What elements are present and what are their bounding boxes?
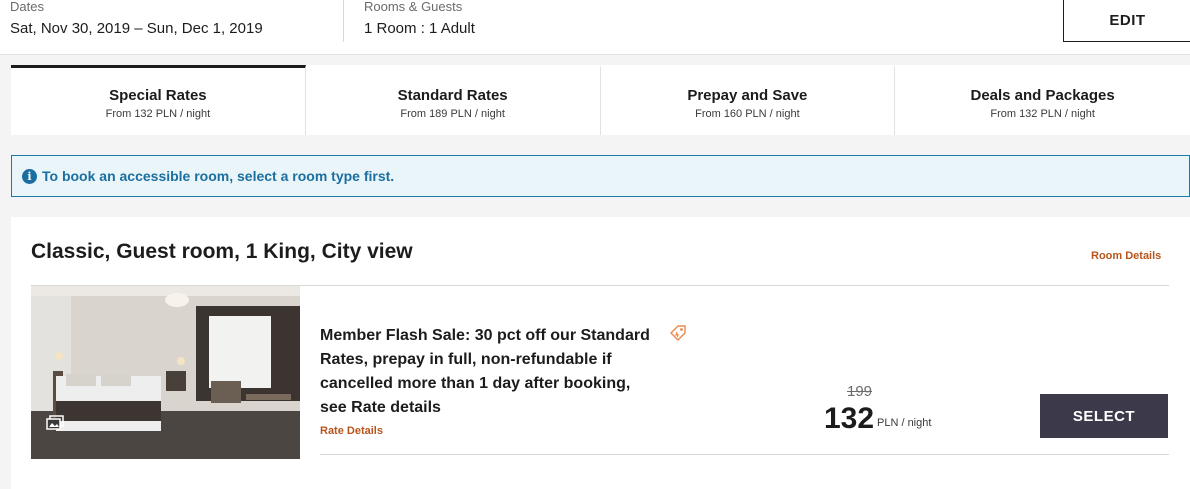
search-summary-bar: Dates Sat, Nov 30, 2019 – Sun, Dec 1, 20… (0, 0, 1190, 55)
dates-label: Dates (10, 0, 44, 14)
tab-deals-and-packages[interactable]: Deals and Packages From 132 PLN / night (895, 65, 1190, 135)
rooms-guests-label: Rooms & Guests (364, 0, 463, 14)
edit-button[interactable]: EDIT (1063, 0, 1190, 42)
room-photo-illustration (31, 286, 300, 459)
banner-message: To book an accessible room, select a roo… (42, 168, 395, 184)
info-icon: i (22, 168, 37, 184)
room-details-link[interactable]: Room Details (1091, 250, 1161, 262)
divider (320, 454, 1169, 455)
room-photo[interactable] (31, 286, 300, 459)
tab-subtitle: From 160 PLN / night (695, 108, 800, 120)
tab-title: Deals and Packages (970, 87, 1115, 104)
field-divider (343, 0, 344, 42)
rooms-guests-value: 1 Room : 1 Adult (364, 20, 475, 37)
dates-value: Sat, Nov 30, 2019 – Sun, Dec 1, 2019 (10, 20, 263, 37)
tab-subtitle: From 132 PLN / night (105, 108, 211, 120)
accessible-room-banner: i To book an accessible room, select a r… (11, 155, 1190, 197)
tab-title: Special Rates (109, 87, 207, 104)
tag-icon (668, 323, 688, 348)
rooms-guests-field[interactable]: Rooms & Guests 1 Room : 1 Adult (364, 0, 475, 37)
gallery-icon[interactable] (46, 415, 64, 431)
tab-prepay-and-save[interactable]: Prepay and Save From 160 PLN / night (601, 65, 896, 135)
select-button[interactable]: SELECT (1040, 394, 1168, 438)
dates-field[interactable]: Dates Sat, Nov 30, 2019 – Sun, Dec 1, 20… (10, 0, 263, 37)
room-card: Classic, Guest room, 1 King, City view R… (11, 217, 1190, 489)
tab-title: Prepay and Save (687, 87, 808, 104)
price-unit: PLN / night (877, 417, 932, 429)
tab-subtitle: From 132 PLN / night (990, 108, 1095, 120)
room-title: Classic, Guest room, 1 King, City view (31, 240, 413, 263)
rate-details-link[interactable]: Rate Details (320, 425, 383, 437)
rate-tabs: Special Rates From 132 PLN / night Stand… (11, 65, 1190, 135)
tab-title: Standard Rates (397, 87, 508, 104)
original-price: 199 (847, 383, 873, 400)
tab-special-rates[interactable]: Special Rates From 132 PLN / night (11, 65, 306, 135)
tab-standard-rates[interactable]: Standard Rates From 189 PLN / night (306, 65, 601, 135)
rate-description: Member Flash Sale: 30 pct off our Standa… (320, 327, 650, 416)
tab-subtitle: From 189 PLN / night (400, 108, 505, 120)
price: 132 (824, 402, 875, 435)
